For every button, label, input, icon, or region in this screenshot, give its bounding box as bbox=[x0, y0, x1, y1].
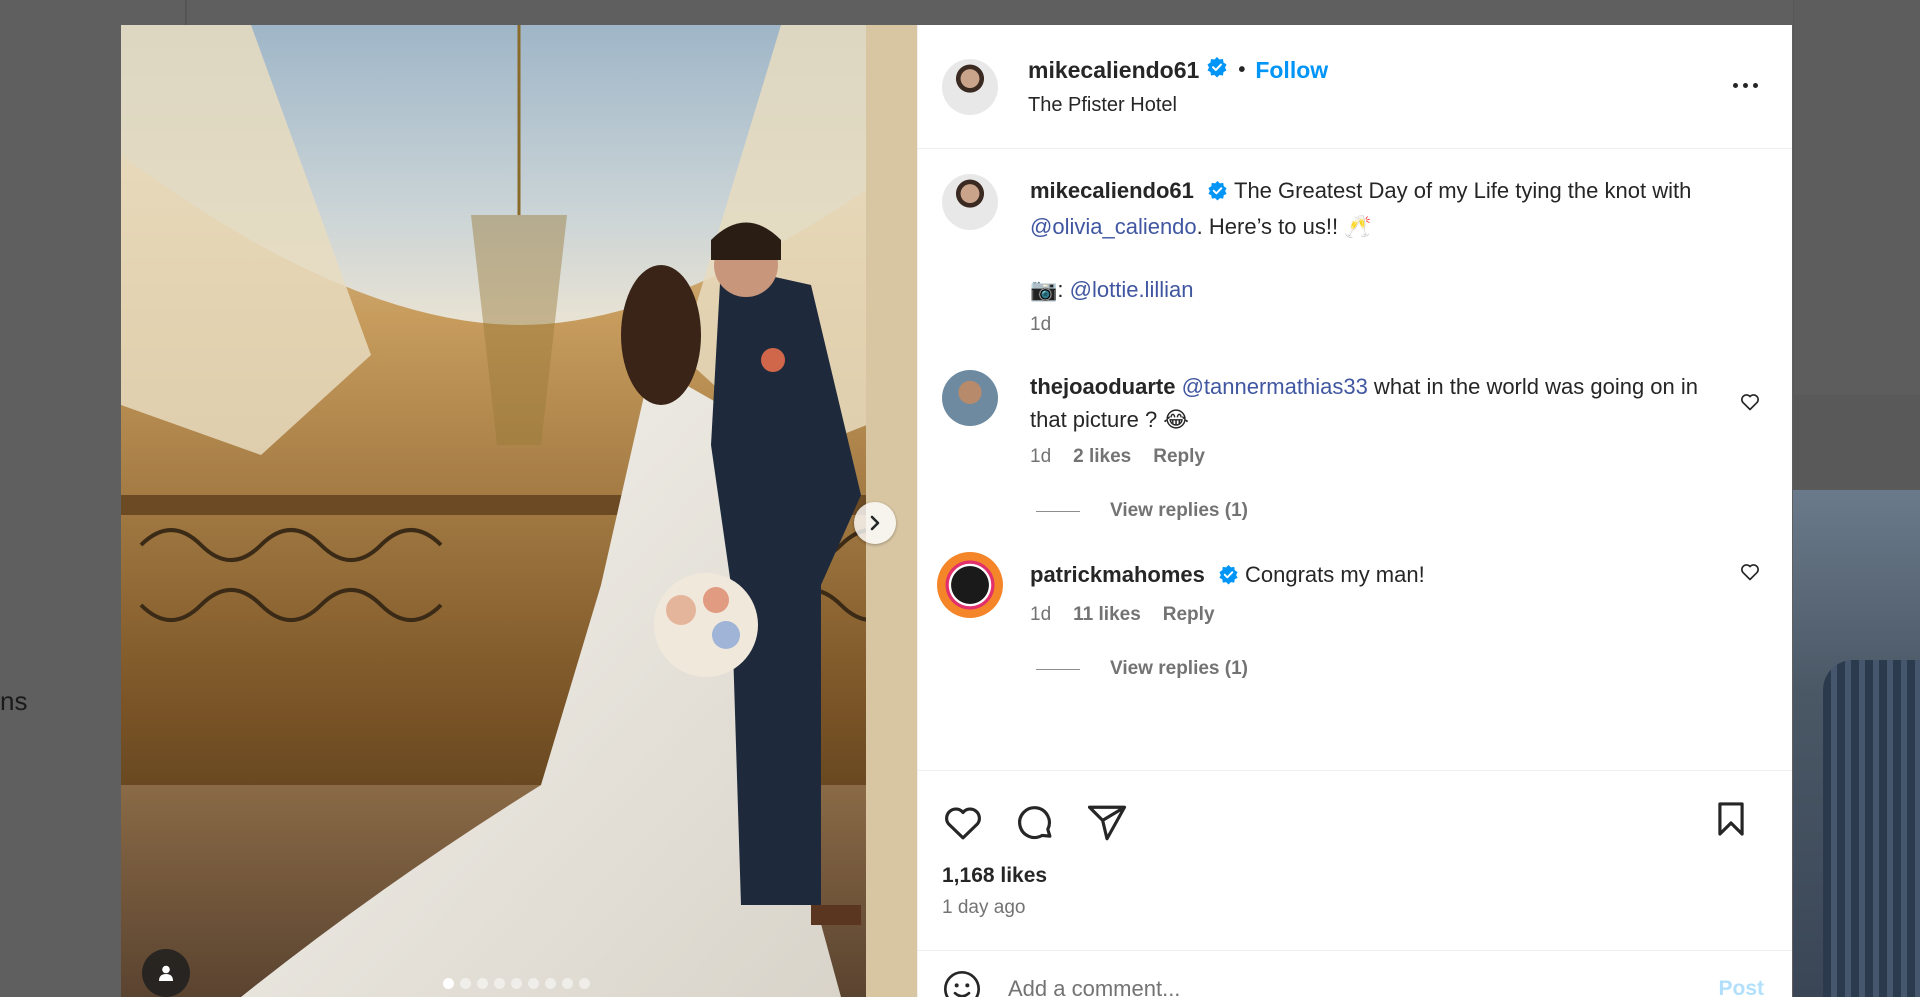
caption-text: mikecaliendo61 The Greatest Day of my Li… bbox=[1030, 174, 1708, 243]
carousel-dot bbox=[545, 978, 556, 989]
view-replies-label: View replies (1) bbox=[1110, 658, 1248, 679]
author-username[interactable]: mikecaliendo61 bbox=[1028, 57, 1199, 84]
bookmark-icon[interactable] bbox=[1712, 799, 1750, 839]
post-comment-button[interactable]: Post bbox=[1718, 977, 1764, 997]
verified-badge-icon bbox=[1207, 177, 1228, 210]
caption-meta: 1d bbox=[1030, 314, 1708, 336]
caption-author-avatar[interactable] bbox=[942, 174, 998, 230]
post-sidebar: mikecaliendo61 • Follow The Pfister Hote… bbox=[917, 25, 1792, 997]
post-timestamp[interactable]: 1 day ago bbox=[942, 897, 1768, 919]
background-right-panel bbox=[1793, 0, 1920, 395]
replies-divider bbox=[1036, 510, 1080, 512]
comment-bubble-icon[interactable] bbox=[1014, 802, 1056, 844]
post-modal: mikecaliendo61 • Follow The Pfister Hote… bbox=[121, 25, 1792, 997]
likes-count[interactable]: 1,168 likes bbox=[942, 864, 1768, 888]
emoji-smiley-icon[interactable] bbox=[942, 969, 982, 997]
heart-icon[interactable] bbox=[1740, 562, 1760, 582]
comment-text: patrickmahomes Congrats my man! bbox=[1030, 558, 1708, 594]
credit-mention[interactable]: @lottie.lillian bbox=[1070, 277, 1194, 302]
carousel-dot bbox=[579, 978, 590, 989]
caption-credit: 📷: @lottie.lillian bbox=[1030, 273, 1708, 306]
header-separator: • bbox=[1238, 58, 1246, 81]
post-actions: 1,168 likes 1 day ago bbox=[918, 770, 1792, 950]
comment-text: thejoaoduarte @tannermathias33 what in t… bbox=[1030, 370, 1708, 436]
commenter-avatar[interactable] bbox=[942, 370, 998, 426]
carousel-dot bbox=[460, 978, 471, 989]
user-tag-icon bbox=[159, 965, 173, 981]
comment-likes[interactable]: 11 likes bbox=[1073, 604, 1141, 626]
comment-input[interactable] bbox=[1008, 976, 1719, 997]
caption-mention[interactable]: @olivia_caliendo bbox=[1030, 214, 1197, 239]
commenter-username[interactable]: thejoaoduarte bbox=[1030, 374, 1175, 399]
carousel-dot bbox=[477, 978, 488, 989]
comments-section: mikecaliendo61 The Greatest Day of my Li… bbox=[918, 150, 1792, 770]
view-replies-label: View replies (1) bbox=[1110, 500, 1248, 521]
replies-divider bbox=[1036, 668, 1080, 670]
view-replies-button[interactable]: View replies (1) bbox=[1036, 658, 1768, 680]
reply-button[interactable]: Reply bbox=[1153, 446, 1205, 468]
carousel-dot bbox=[511, 978, 522, 989]
carousel-next-button[interactable] bbox=[854, 502, 896, 544]
carousel-dot bbox=[562, 978, 573, 989]
background-partial-text: ns bbox=[0, 686, 28, 716]
background-divider bbox=[185, 0, 187, 26]
carousel-dot bbox=[443, 978, 454, 989]
comment-mention[interactable]: @tannermathias33 bbox=[1182, 374, 1368, 399]
caption-username[interactable]: mikecaliendo61 bbox=[1030, 178, 1194, 203]
verified-badge-icon bbox=[1218, 561, 1239, 594]
tagged-users-button[interactable] bbox=[142, 949, 190, 997]
carousel-indicator bbox=[443, 978, 590, 989]
chevron-right-icon bbox=[870, 515, 880, 531]
credit-separator: : bbox=[1057, 277, 1070, 302]
caption: mikecaliendo61 The Greatest Day of my Li… bbox=[942, 174, 1768, 336]
background-next-post-preview[interactable] bbox=[1793, 490, 1920, 997]
more-options-icon[interactable] bbox=[1733, 83, 1758, 88]
carousel-dot bbox=[528, 978, 539, 989]
carousel-dot bbox=[494, 978, 505, 989]
follow-button[interactable]: Follow bbox=[1255, 57, 1328, 84]
paper-plane-icon[interactable] bbox=[1086, 802, 1128, 844]
comment-timestamp[interactable]: 1d bbox=[1030, 446, 1051, 468]
comment-timestamp[interactable]: 1d bbox=[1030, 604, 1051, 626]
wedding-photo bbox=[121, 25, 917, 997]
author-avatar[interactable] bbox=[942, 58, 998, 115]
heart-icon[interactable] bbox=[1740, 392, 1760, 412]
caption-body-end: . Here’s to us!! 🥂 bbox=[1196, 214, 1372, 239]
post-header: mikecaliendo61 • Follow The Pfister Hote… bbox=[918, 25, 1792, 149]
comment-item: patrickmahomes Congrats my man! 1d 11 li… bbox=[937, 552, 1768, 626]
comment-body: Congrats my man! bbox=[1244, 562, 1425, 587]
comment-composer: Post bbox=[918, 950, 1792, 997]
comment-meta: 1d 11 likes Reply bbox=[1030, 604, 1708, 626]
commenter-avatar[interactable] bbox=[937, 552, 1003, 618]
comment-meta: 1d 2 likes Reply bbox=[1030, 446, 1708, 468]
post-media[interactable] bbox=[121, 25, 917, 997]
camera-emoji: 📷 bbox=[1030, 277, 1058, 302]
caption-body-start: The Greatest Day of my Life tying the kn… bbox=[1234, 178, 1692, 203]
caption-timestamp[interactable]: 1d bbox=[1030, 314, 1051, 336]
comment-item: thejoaoduarte @tannermathias33 what in t… bbox=[942, 370, 1768, 468]
verified-badge-icon bbox=[1206, 56, 1228, 84]
commenter-username[interactable]: patrickmahomes bbox=[1030, 562, 1205, 587]
view-replies-button[interactable]: View replies (1) bbox=[1036, 500, 1768, 522]
heart-icon[interactable] bbox=[942, 802, 984, 844]
post-location[interactable]: The Pfister Hotel bbox=[1028, 94, 1328, 117]
reply-button[interactable]: Reply bbox=[1163, 604, 1215, 626]
comment-likes[interactable]: 2 likes bbox=[1073, 446, 1131, 468]
